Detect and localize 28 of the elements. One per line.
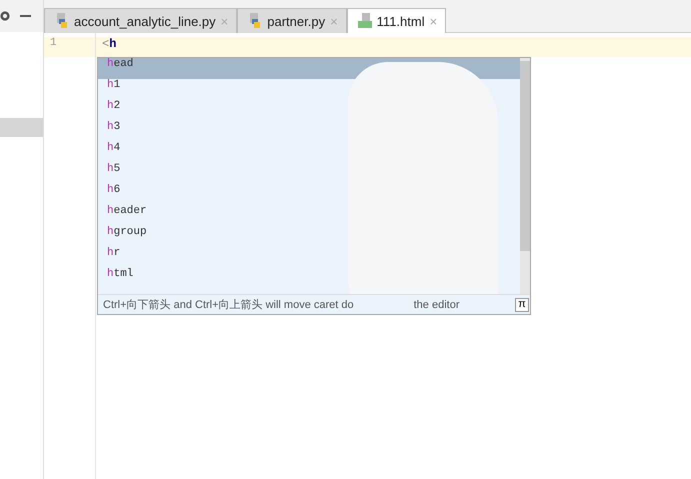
completion-item[interactable]: h5 xyxy=(98,163,520,184)
completion-item[interactable]: h2 xyxy=(98,100,520,121)
pi-button[interactable]: π xyxy=(515,298,529,312)
completion-item[interactable]: html xyxy=(98,268,520,289)
file-tab[interactable]: 111.html × xyxy=(346,8,446,33)
completion-item[interactable]: hr xyxy=(98,247,520,268)
completion-item[interactable]: h1 xyxy=(98,79,520,100)
line-number: 1 xyxy=(44,37,95,57)
settings-icon[interactable] xyxy=(0,10,10,22)
scrollbar[interactable] xyxy=(520,58,530,294)
completion-item[interactable]: h3 xyxy=(98,121,520,142)
python-file-icon xyxy=(55,13,69,29)
completion-item[interactable]: hgroup xyxy=(98,226,520,247)
file-tab[interactable]: partner.py × xyxy=(237,8,347,33)
file-tab[interactable]: account_analytic_line.py × xyxy=(44,8,238,33)
code-text: <h xyxy=(102,37,116,51)
completion-item[interactable]: h4 xyxy=(98,142,520,163)
tab-label: account_analytic_line.py xyxy=(74,14,216,28)
minimize-icon[interactable] xyxy=(20,15,31,17)
html-file-icon xyxy=(358,13,372,29)
hint-text: the editor xyxy=(414,298,460,310)
tab-label: partner.py xyxy=(267,14,326,28)
python-file-icon xyxy=(248,13,262,29)
completion-item[interactable]: h6 xyxy=(98,184,520,205)
selected-panel-item[interactable] xyxy=(0,118,43,137)
completion-item[interactable]: header xyxy=(98,205,520,226)
hint-text: Ctrl+向下箭头 and Ctrl+向上箭头 will move caret do xyxy=(103,298,354,312)
tab-label: 111.html xyxy=(376,14,425,28)
